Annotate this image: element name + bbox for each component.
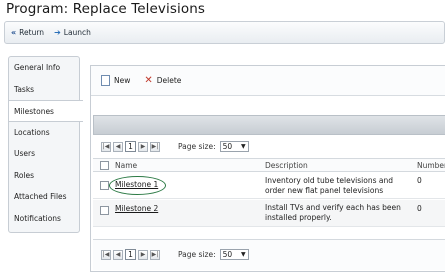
top-pager: |◀ ◀ 1 ▶ ▶| Page size: 50 ▼: [101, 141, 249, 152]
sidebar-item-locations[interactable]: Locations: [9, 122, 79, 144]
milestone-description: Inventory old tube televisions and order…: [265, 176, 393, 195]
highlight-ellipse: [109, 176, 166, 195]
launch-arrow-icon: ➔: [54, 28, 61, 37]
sidebar-item-roles[interactable]: Roles: [9, 165, 79, 187]
new-label: New: [114, 76, 131, 85]
new-button[interactable]: New: [101, 75, 130, 86]
action-bar: New ✕ Delete: [91, 66, 445, 96]
milestones-panel: New ✕ Delete |◀ ◀ 1 ▶ ▶| Page size: 50 ▼…: [90, 65, 445, 272]
bottom-pager: |◀ ◀ 1 ▶ ▶| Page size: 50 ▼: [101, 249, 249, 260]
double-chevron-left-icon: «: [11, 28, 17, 37]
page-size-value: 50: [222, 142, 233, 151]
grid-header-bar: [93, 115, 445, 135]
page-size-select[interactable]: 50 ▼: [219, 249, 249, 260]
page-number[interactable]: 1: [125, 249, 136, 260]
sidebar-item-general-info[interactable]: General Info: [9, 57, 79, 79]
column-header-number[interactable]: Number: [417, 161, 445, 170]
last-page-icon[interactable]: ▶|: [150, 249, 160, 260]
page-size-label: Page size:: [178, 250, 216, 259]
milestone-link[interactable]: Milestone 2: [115, 204, 158, 213]
column-header-name[interactable]: Name: [115, 161, 137, 170]
delete-label: Delete: [156, 76, 182, 85]
sidebar-item-milestones[interactable]: Milestones: [9, 100, 83, 122]
dropdown-arrow-icon: ▼: [241, 251, 246, 258]
dropdown-arrow-icon: ▼: [241, 143, 246, 150]
milestone-number: 0: [417, 204, 422, 213]
launch-button[interactable]: ➔ Launch: [54, 28, 91, 37]
return-label: Return: [19, 28, 45, 37]
page-size-value: 50: [222, 250, 233, 259]
select-all-checkbox[interactable]: [100, 161, 109, 170]
sidebar: General Info Tasks Milestones Locations …: [8, 56, 83, 233]
toolbar: « Return ➔ Launch: [4, 21, 445, 44]
table-row: Milestone 1 Inventory old tube televisio…: [93, 173, 445, 199]
sidebar-item-users[interactable]: Users: [9, 143, 79, 165]
new-document-icon: [101, 75, 110, 86]
sidebar-item-attached-files[interactable]: Attached Files: [9, 186, 79, 208]
sidebar-item-tasks[interactable]: Tasks: [9, 79, 79, 101]
page-size-select[interactable]: 50 ▼: [219, 141, 249, 152]
milestone-number: 0: [417, 176, 422, 185]
delete-x-icon: ✕: [144, 74, 153, 86]
first-page-icon[interactable]: |◀: [101, 249, 111, 260]
page-size-label: Page size:: [178, 142, 216, 151]
milestone-description: Install TVs and verify each has been ins…: [265, 203, 401, 222]
column-header-description[interactable]: Description: [265, 161, 308, 170]
sidebar-item-notifications[interactable]: Notifications: [9, 208, 79, 230]
table-row: Milestone 2 Install TVs and verify each …: [93, 200, 445, 227]
next-page-icon[interactable]: ▶: [138, 249, 148, 260]
prev-page-icon[interactable]: ◀: [113, 249, 123, 260]
last-page-icon[interactable]: ▶|: [150, 141, 160, 152]
first-page-icon[interactable]: |◀: [101, 141, 111, 152]
row-checkbox[interactable]: [100, 206, 109, 215]
launch-label: Launch: [63, 28, 91, 37]
return-button[interactable]: « Return: [11, 28, 44, 37]
page-number[interactable]: 1: [125, 141, 136, 152]
next-page-icon[interactable]: ▶: [138, 141, 148, 152]
grid-column-headers: Name Description Number: [93, 158, 445, 172]
delete-button[interactable]: ✕ Delete: [144, 74, 182, 86]
prev-page-icon[interactable]: ◀: [113, 141, 123, 152]
page-title: Program: Replace Televisions: [6, 1, 205, 17]
row-checkbox[interactable]: [100, 181, 109, 190]
